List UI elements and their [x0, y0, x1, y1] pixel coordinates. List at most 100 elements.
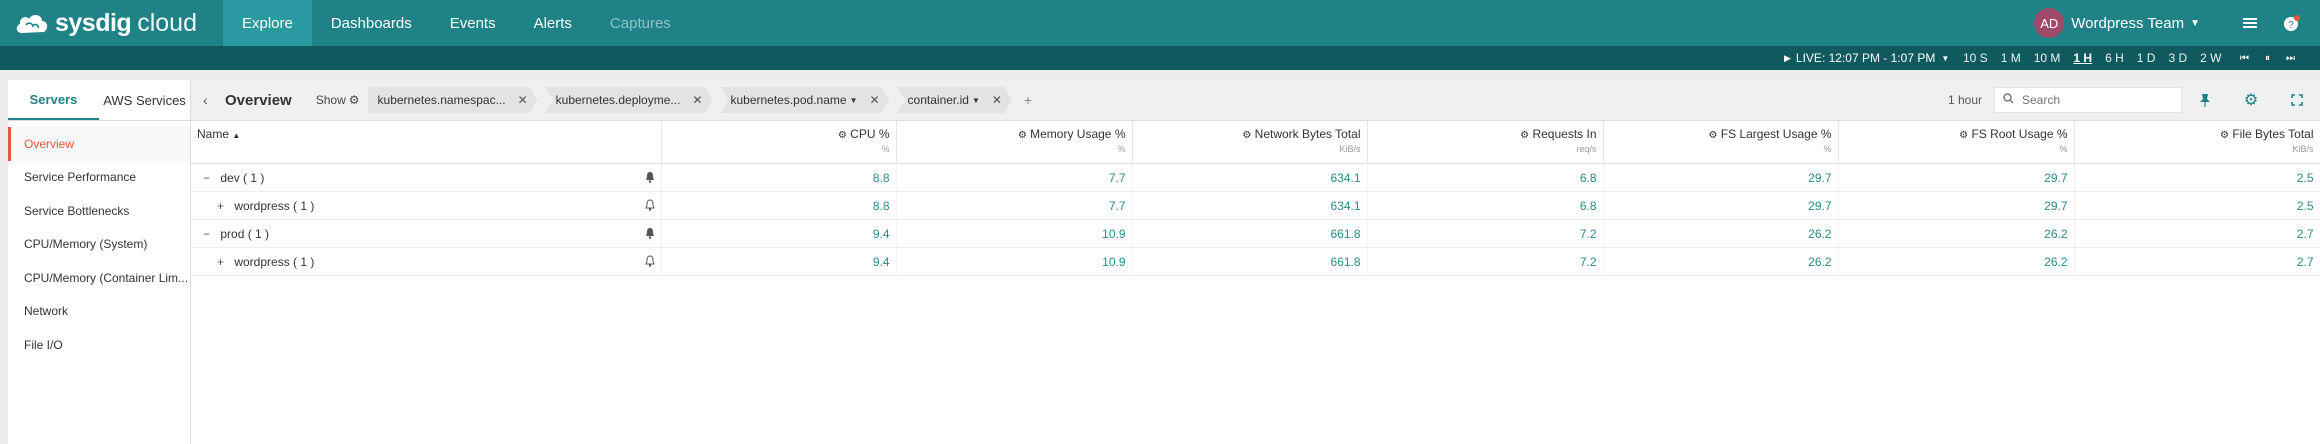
cell-fs-root: 26.2 [1838, 219, 2075, 248]
pause-icon[interactable]: ⏸ [2265, 53, 2270, 64]
cell-memory: 7.7 [896, 191, 1133, 220]
column-header-file-bytes[interactable]: ⚙ File Bytes Total KiB/s [2074, 121, 2320, 164]
bell-icon[interactable] [645, 227, 655, 242]
column-header-label: Memory Usage % [1030, 127, 1126, 141]
nav-dashboards[interactable]: Dashboards [312, 0, 431, 46]
tab-servers[interactable]: Servers [8, 80, 99, 120]
column-header-name[interactable]: Name ▲ [191, 121, 662, 164]
breadcrumb-deployment[interactable]: kubernetes.deployme... ✕ [546, 87, 713, 113]
range-1m[interactable]: 1 M [2001, 51, 2021, 65]
column-header-memory[interactable]: ⚙ Memory Usage %% [896, 121, 1133, 164]
bell-outline-icon[interactable] [644, 199, 655, 214]
metrics-table: Name ▲ ⚙ CPU %% ⚙ Memory Usage %% ⚙ Netw… [191, 121, 2320, 276]
range-6h[interactable]: 6 H [2105, 51, 2124, 65]
pin-icon[interactable] [2182, 93, 2228, 107]
cell-requests: 7.2 [1367, 247, 1604, 276]
column-header-network[interactable]: ⚙ Network Bytes Total KiB/s [1132, 121, 1368, 164]
tab-aws-services[interactable]: AWS Services [99, 80, 190, 120]
toolbar-right: 1 hour ⚙ [1948, 80, 2320, 120]
cell-network: 661.8 [1132, 247, 1368, 276]
cell-fs-root: 26.2 [1838, 247, 2075, 276]
range-2w[interactable]: 2 W [2200, 51, 2221, 65]
settings-gear-icon[interactable]: ⚙ [2228, 90, 2274, 110]
breadcrumb-namespace[interactable]: kubernetes.namespac... ✕ [368, 87, 538, 113]
table-row[interactable]: − prod ( 1 ) 9.4 10.9 661.8 7.2 26.2 26.… [191, 219, 2320, 248]
table-row[interactable]: − dev ( 1 ) 8.8 7.7 634.1 6.8 29.7 29.7 … [191, 163, 2320, 192]
close-icon[interactable]: ✕ [869, 93, 879, 107]
skip-forward-icon[interactable]: ⏭ [2286, 53, 2295, 64]
nav-explore[interactable]: Explore [222, 0, 312, 46]
breadcrumb-container-id[interactable]: container.id ▼ ✕ [898, 87, 1012, 113]
chevron-left-icon[interactable]: ‹ [203, 92, 217, 108]
expand-icon[interactable]: + [217, 255, 231, 269]
cell-requests: 6.8 [1367, 163, 1604, 192]
help-icon[interactable]: ? [2280, 11, 2304, 35]
sidebar-item-file-io[interactable]: File I/O [8, 328, 190, 362]
expand-icon[interactable]: + [217, 199, 231, 213]
column-header-fs-root[interactable]: ⚙ FS Root Usage %% [1838, 121, 2075, 164]
cell-file-bytes: 2.5 [2074, 163, 2320, 192]
cell-network: 634.1 [1132, 163, 1368, 192]
breadcrumb-label: kubernetes.pod.name [730, 93, 847, 107]
column-unit: KiB/s [2292, 144, 2314, 154]
bell-outline-icon[interactable] [644, 255, 655, 270]
avatar[interactable]: AD [2034, 8, 2065, 38]
time-bar: ▶ LIVE: 12:07 PM - 1:07 PM ▼ 10 S 1 M 10… [0, 46, 2320, 70]
column-header-requests[interactable]: ⚙ Requests In req/s [1367, 121, 1604, 164]
range-3d[interactable]: 3 D [2168, 51, 2187, 65]
team-name: Wordpress Team [2071, 14, 2185, 32]
row-name-cell: + wordpress ( 1 ) [191, 247, 662, 276]
table-row[interactable]: + wordpress ( 1 ) 9.4 10.9 661.8 7.2 26.… [191, 247, 2320, 276]
cell-fs-largest: 26.2 [1603, 219, 1839, 248]
show-label[interactable]: Show ⚙ [316, 93, 360, 107]
page-title: Overview [225, 91, 292, 109]
sidebar-item-service-performance[interactable]: Service Performance [8, 161, 190, 195]
close-icon[interactable]: ✕ [692, 93, 702, 107]
collapse-icon[interactable]: − [203, 227, 217, 241]
range-1d[interactable]: 1 D [2137, 51, 2156, 65]
column-header-label: File Bytes Total [2232, 127, 2314, 141]
range-10m[interactable]: 10 M [2034, 51, 2061, 65]
sidebar-item-overview[interactable]: Overview [8, 127, 190, 161]
cell-file-bytes: 2.7 [2074, 247, 2320, 276]
nav-captures[interactable]: Captures [591, 0, 690, 46]
time-window-label: 1 hour [1947, 93, 1982, 107]
collapse-icon[interactable]: − [203, 171, 217, 185]
column-header-cpu[interactable]: ⚙ CPU %% [661, 121, 897, 164]
table-header-row: Name ▲ ⚙ CPU %% ⚙ Memory Usage %% ⚙ Netw… [191, 121, 2320, 164]
sidebar-item-cpu-memory-container[interactable]: CPU/Memory (Container Lim... [8, 261, 190, 295]
brand-name: sysdig [55, 8, 132, 37]
skip-back-icon[interactable]: ⏮ [2240, 53, 2249, 64]
nav-alerts[interactable]: Alerts [515, 0, 591, 46]
bell-icon[interactable] [645, 171, 655, 186]
column-header-fs-largest[interactable]: ⚙ FS Largest Usage %% [1603, 121, 1839, 164]
sidebar-item-service-bottlenecks[interactable]: Service Bottlenecks [8, 194, 190, 228]
breadcrumb-pod-name[interactable]: kubernetes.pod.name ▼ ✕ [720, 87, 889, 113]
gear-icon: ⚙ [1242, 130, 1252, 141]
sort-asc-icon: ▲ [232, 131, 241, 140]
sysdig-logo[interactable]: sysdig cloud [14, 0, 197, 46]
close-icon[interactable]: ✕ [518, 93, 528, 107]
range-1h[interactable]: 1 H [2073, 51, 2092, 65]
fullscreen-icon[interactable] [2274, 94, 2320, 106]
close-icon[interactable]: ✕ [992, 93, 1002, 107]
sidebar-item-network[interactable]: Network [8, 295, 190, 329]
live-time-selector[interactable]: ▶ LIVE: 12:07 PM - 1:07 PM ▼ [1784, 46, 1949, 70]
row-name-cell: − dev ( 1 ) [191, 163, 662, 192]
column-header-label: Network Bytes Total [1254, 127, 1361, 141]
menu-icon[interactable] [2238, 11, 2262, 35]
chevron-down-icon: ▼ [1941, 53, 1950, 63]
search-input[interactable] [2020, 92, 2174, 108]
nav-events[interactable]: Events [431, 0, 515, 46]
cell-memory: 10.9 [896, 219, 1133, 248]
column-unit: req/s [1576, 144, 1597, 154]
cell-cpu: 9.4 [661, 219, 897, 248]
column-unit: % [2059, 144, 2068, 154]
chevron-down-icon: ▼ [2190, 17, 2200, 29]
range-10s[interactable]: 10 S [1963, 51, 1988, 65]
table-row[interactable]: + wordpress ( 1 ) 8.8 7.7 634.1 6.8 29.7… [191, 191, 2320, 220]
add-breadcrumb-icon[interactable]: + [1024, 92, 1032, 108]
gear-icon: ⚙ [1959, 130, 1969, 141]
sidebar-item-cpu-memory-system[interactable]: CPU/Memory (System) [8, 228, 190, 262]
team-selector[interactable]: Wordpress Team ▼ [2071, 15, 2200, 32]
